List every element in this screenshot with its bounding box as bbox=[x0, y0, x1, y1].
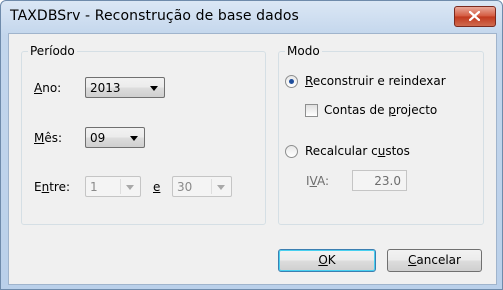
iva-label: IVA: bbox=[306, 174, 329, 188]
mes-label: Mês: bbox=[34, 131, 62, 145]
cancel-button[interactable]: Cancelar bbox=[387, 249, 482, 272]
modo-group: Modo Reconstruir e reindexar Contas de p… bbox=[278, 44, 484, 225]
contas-projecto-label[interactable]: Contas de projecto bbox=[324, 103, 437, 117]
ano-value: 2013 bbox=[90, 81, 121, 95]
dropdown-separator bbox=[211, 179, 212, 194]
chevron-down-icon bbox=[126, 185, 134, 190]
reconstruir-text: econstruir e reindexar bbox=[312, 74, 446, 88]
window-title: TAXDBSrv - Reconstrução de base dados bbox=[10, 8, 299, 24]
entre-from-value: 1 bbox=[90, 180, 98, 194]
chevron-down-icon bbox=[217, 185, 225, 190]
entre-to-dropdown[interactable]: 30 bbox=[172, 176, 232, 197]
dialog-window: TAXDBSrv - Reconstrução de base dados Pe… bbox=[0, 0, 503, 290]
entre-separator-label: e bbox=[153, 180, 161, 194]
iva-value: 23.0 bbox=[374, 174, 401, 188]
close-button[interactable] bbox=[454, 6, 496, 27]
entre-label-text: tre: bbox=[49, 180, 71, 194]
contas-text: rojecto bbox=[395, 103, 438, 117]
ok-button[interactable]: OK bbox=[278, 249, 376, 272]
mes-dropdown[interactable]: 09 bbox=[85, 127, 145, 148]
chevron-down-icon bbox=[150, 86, 158, 91]
iva-input[interactable]: 23.0 bbox=[352, 170, 407, 191]
modo-group-title: Modo bbox=[285, 44, 322, 58]
close-icon bbox=[469, 11, 480, 21]
recalcular-radio[interactable] bbox=[285, 145, 298, 158]
periodo-group-title: Período bbox=[28, 44, 77, 58]
entre-to-value: 30 bbox=[177, 180, 193, 194]
ano-dropdown[interactable]: 2013 bbox=[85, 77, 165, 98]
entre-label: Entre: bbox=[34, 180, 70, 194]
recalcular-label[interactable]: Recalcular custos bbox=[305, 144, 410, 158]
reconstruir-mnemonic: R bbox=[305, 74, 313, 88]
ok-text: K bbox=[327, 253, 336, 267]
mes-label-mnemonic: M bbox=[34, 131, 45, 145]
dialog-client-area: Período Ano: 2013 Mês: 09 Entre: 1 e 30 … bbox=[8, 33, 497, 285]
title-bar[interactable]: TAXDBSrv - Reconstrução de base dados bbox=[1, 1, 502, 33]
reconstruir-radio[interactable] bbox=[285, 75, 298, 88]
entre-label-pre: E bbox=[34, 180, 42, 194]
iva-text: A: bbox=[317, 174, 330, 188]
periodo-group: Período Ano: 2013 Mês: 09 Entre: 1 e 30 bbox=[21, 44, 266, 225]
dropdown-separator bbox=[120, 179, 121, 194]
chevron-down-icon bbox=[130, 136, 138, 141]
recalcular-text: stos bbox=[385, 144, 410, 158]
contas-pre: Contas de bbox=[324, 103, 389, 117]
iva-mnemonic: V bbox=[309, 174, 317, 188]
reconstruir-label[interactable]: Reconstruir e reindexar bbox=[305, 74, 446, 88]
cancel-text: ancelar bbox=[416, 253, 461, 267]
ok-mnemonic: O bbox=[318, 253, 328, 267]
contas-mnemonic: p bbox=[388, 103, 396, 117]
mes-label-text: ês: bbox=[44, 131, 63, 145]
recalcular-pre: Recalcular c bbox=[305, 144, 378, 158]
entre-from-dropdown[interactable]: 1 bbox=[85, 176, 141, 197]
contas-projecto-checkbox[interactable] bbox=[305, 104, 318, 117]
ano-label-mnemonic: A bbox=[34, 81, 43, 95]
mes-value: 09 bbox=[90, 131, 106, 145]
ano-label: Ano: bbox=[34, 81, 61, 95]
ano-label-text: no: bbox=[42, 81, 62, 95]
